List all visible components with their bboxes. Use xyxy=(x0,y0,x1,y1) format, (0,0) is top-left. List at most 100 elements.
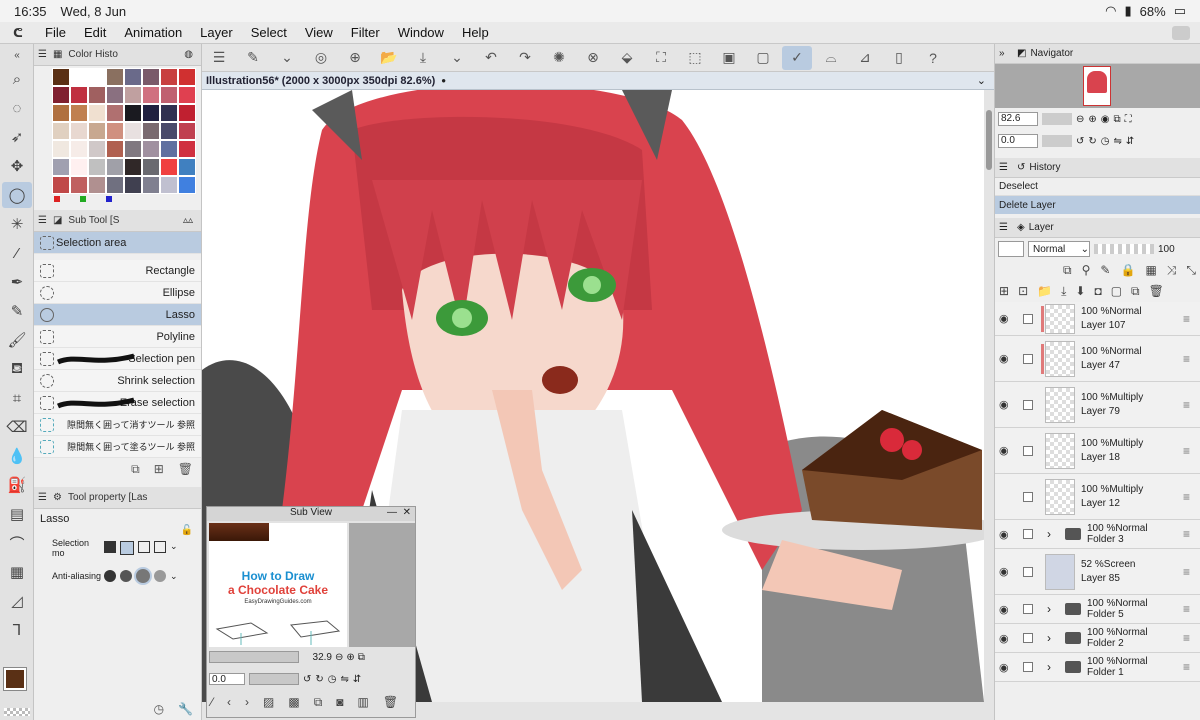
minimize-icon[interactable]: — xyxy=(387,507,397,518)
navigator-zoom-value[interactable]: 82.6 xyxy=(998,112,1038,126)
color-swatch[interactable] xyxy=(142,158,160,176)
invert-selection-icon[interactable]: ▣ xyxy=(714,46,744,70)
magic-wand-icon[interactable]: ✳ xyxy=(2,211,32,237)
chevron-right-icon[interactable]: › xyxy=(1047,631,1051,645)
layer-title[interactable]: Layer xyxy=(1029,222,1054,233)
layer-icon[interactable]: ▥ xyxy=(358,695,369,710)
eyedropper-icon[interactable]: ⁄ xyxy=(2,240,32,266)
new-folder-icon[interactable]: 📁 xyxy=(1037,284,1052,299)
sub-tool-polyline[interactable]: Polyline xyxy=(34,326,201,348)
color-swatch[interactable] xyxy=(88,68,106,86)
canvas-vertical-scrollbar[interactable] xyxy=(984,90,994,702)
sub-tool-rectangle[interactable]: Rectangle xyxy=(34,260,201,282)
eye-icon[interactable]: ◉ xyxy=(999,398,1013,411)
color-swatch[interactable] xyxy=(106,140,124,158)
eraser-tool-icon[interactable]: ⌫ xyxy=(2,414,32,440)
history-item-current[interactable]: Delete Layer xyxy=(995,196,1200,214)
fit-screen-icon[interactable]: ⛶ xyxy=(1125,114,1132,125)
color-swatch[interactable] xyxy=(178,140,196,158)
color-swatch[interactable] xyxy=(70,104,88,122)
help-icon[interactable]: ? xyxy=(918,46,948,70)
color-swatch[interactable] xyxy=(52,68,70,86)
fit-icon[interactable]: ⧉ xyxy=(358,652,365,663)
chevron-right-icon[interactable]: › xyxy=(1047,527,1051,541)
color-swatch[interactable] xyxy=(124,86,142,104)
layer-row[interactable]: ◉ 100 %Normal Layer 107 ≡ xyxy=(995,302,1200,336)
tool-property-title[interactable]: Tool property [Las xyxy=(68,492,148,503)
layer-checkbox[interactable] xyxy=(1023,566,1033,577)
color-swatch[interactable] xyxy=(88,176,106,194)
navigator-title[interactable]: Navigator xyxy=(1030,48,1073,59)
delete-subtool-icon[interactable]: 🗑 xyxy=(178,462,193,477)
ruler-display-icon[interactable]: ⤡ xyxy=(1186,263,1196,278)
color-swatch[interactable] xyxy=(142,176,160,194)
color-swatch[interactable] xyxy=(160,68,178,86)
next-icon[interactable]: › xyxy=(245,695,249,710)
color-history-title[interactable]: Color Histo xyxy=(68,49,117,60)
color-swatch[interactable] xyxy=(124,122,142,140)
color-swatch[interactable] xyxy=(52,86,70,104)
layer-row[interactable]: ◉ 100 %Multiply Layer 18 ≡ xyxy=(995,428,1200,474)
document-tab[interactable]: Illustration56* (2000 x 3000px 350dpi 82… xyxy=(202,72,994,90)
zoom-tool-icon[interactable]: ⌕ xyxy=(2,66,32,92)
color-swatch[interactable] xyxy=(106,176,124,194)
move-tool-icon[interactable]: ✥ xyxy=(2,153,32,179)
redo-icon[interactable]: ↷ xyxy=(510,46,540,70)
color-swatch[interactable] xyxy=(88,86,106,104)
color-swatch[interactable] xyxy=(88,140,106,158)
eye-icon[interactable]: ◉ xyxy=(999,565,1013,578)
color-swatch[interactable] xyxy=(88,122,106,140)
color-swatch[interactable] xyxy=(52,176,70,194)
clip-studio-icon[interactable]: ◎ xyxy=(306,46,336,70)
sub-view-zoom-value[interactable]: 32.9 xyxy=(302,652,332,663)
layer-menu-icon[interactable]: ≡ xyxy=(1183,398,1190,412)
color-swatch[interactable] xyxy=(106,68,124,86)
folder-row[interactable]: ◉ › 100 %Normal Folder 5 ≡ xyxy=(995,595,1200,624)
folder-row[interactable]: ◉ › 100 %Normal Folder 1 ≡ xyxy=(995,653,1200,682)
transform-icon[interactable]: ⛶ xyxy=(646,46,676,70)
eye-icon[interactable]: ◉ xyxy=(999,603,1013,616)
new-selection-icon[interactable] xyxy=(104,541,116,553)
blend-mode-select[interactable]: Normal ⌄ xyxy=(1028,241,1090,257)
sub-tool-group[interactable]: Selection area xyxy=(34,232,201,254)
delete-icon[interactable]: 🗑 xyxy=(383,695,398,710)
flip-horizontal-icon[interactable]: ⇋ xyxy=(1114,136,1122,147)
draft-layer-icon[interactable]: ✎ xyxy=(1100,263,1110,278)
layer-checkbox[interactable] xyxy=(1023,399,1033,410)
color-swatch[interactable] xyxy=(160,104,178,122)
chevron-down-icon[interactable]: ⌄ xyxy=(442,46,472,70)
sub-tool-custom-fill[interactable]: 隙間無く囲って塗るツール 参照 xyxy=(34,436,201,458)
menu-edit[interactable]: Edit xyxy=(75,25,115,40)
transfer-down-icon[interactable]: ⤓ xyxy=(1061,284,1066,299)
camera-icon[interactable]: ◙ xyxy=(336,695,343,710)
save-icon[interactable]: ⤓ xyxy=(408,46,438,70)
gradient-tool-icon[interactable]: ▤ xyxy=(2,501,32,527)
color-swatch[interactable] xyxy=(106,86,124,104)
chevron-down-icon[interactable]: ⌄ xyxy=(170,571,178,582)
apply-mask-icon[interactable]: ▢ xyxy=(1111,284,1122,299)
layer-checkbox[interactable] xyxy=(1023,313,1033,324)
menu-window[interactable]: Window xyxy=(389,25,453,40)
color-swatch[interactable] xyxy=(52,104,70,122)
color-swatch[interactable] xyxy=(160,158,178,176)
eye-icon[interactable]: ◉ xyxy=(999,528,1013,541)
reset-rotation-icon[interactable]: ◷ xyxy=(1101,136,1110,147)
sub-view-rotation-value[interactable]: 0.0 xyxy=(209,673,245,685)
operation-tool-icon[interactable]: ➶ xyxy=(2,124,32,150)
layer-color-swatch[interactable] xyxy=(998,241,1024,257)
color-swatch[interactable] xyxy=(160,140,178,158)
color-swatch[interactable] xyxy=(142,86,160,104)
new-raster-layer-icon[interactable]: ⊞ xyxy=(999,284,1009,299)
snap-special-ruler-icon[interactable]: ⌓ xyxy=(816,46,846,70)
zoom-out-icon[interactable]: ⊖ xyxy=(1076,114,1084,125)
eyedropper-icon[interactable]: ⁄ xyxy=(211,695,213,710)
layer-checkbox[interactable] xyxy=(1023,445,1033,456)
add-image-icon[interactable]: ▩ xyxy=(288,695,299,710)
wrench-icon[interactable]: 🔧 xyxy=(178,702,193,716)
scroll-thumb[interactable] xyxy=(986,110,992,170)
chevron-right-icon[interactable]: › xyxy=(1047,660,1051,674)
sub-view-image[interactable]: How to Draw a Chocolate Cake EasyDrawing… xyxy=(209,523,347,647)
fit-icon[interactable]: ⧉ xyxy=(1114,114,1121,125)
layer-menu-icon[interactable]: ≡ xyxy=(1183,631,1190,645)
menu-icon[interactable]: ☰ xyxy=(999,162,1008,173)
